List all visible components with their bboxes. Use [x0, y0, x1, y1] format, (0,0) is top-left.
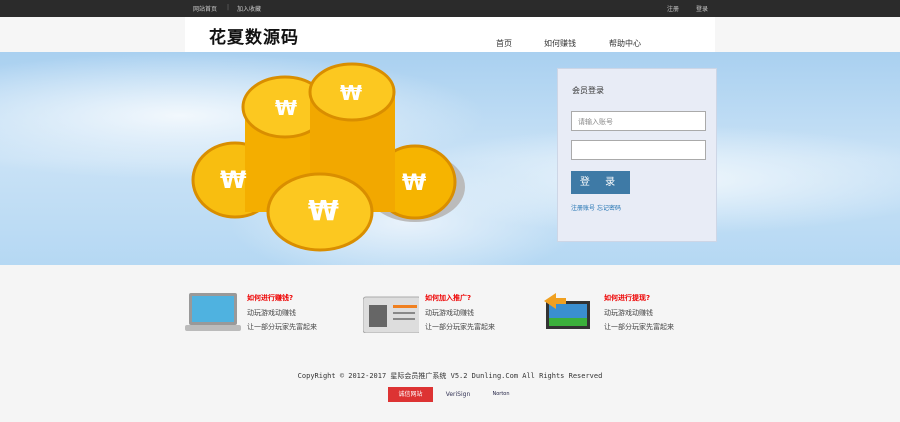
trust-badge[interactable]: 诚信网站: [388, 387, 433, 402]
feature-line: 动玩游戏动赚钱: [604, 309, 653, 317]
login-panel: 会员登录 请输入账号 登 录 注册账号 忘记密码: [557, 68, 717, 242]
feature-withdraw: 如何进行提现? 动玩游戏动赚钱 让一部分玩家先富起来: [542, 291, 712, 336]
banner: ₩ ₩ ₩ ₩ ₩ 会员登录 请输入账号 登 录 注册账号 忘记密码: [0, 52, 900, 265]
svg-text:₩: ₩: [220, 166, 247, 194]
forgot-password-link[interactable]: 忘记密码: [597, 205, 621, 212]
svg-text:₩: ₩: [340, 81, 362, 105]
separator: |: [227, 4, 230, 11]
nav-help[interactable]: 帮助中心: [609, 38, 641, 49]
nav-home[interactable]: 首页: [496, 38, 512, 49]
feature-line: 动玩游戏动赚钱: [247, 309, 296, 317]
feature-title[interactable]: 如何进行提现?: [604, 293, 650, 303]
feature-line: 让一部分玩家先富起来: [425, 323, 495, 331]
login-button[interactable]: 登 录: [571, 171, 630, 194]
monitor-icon: [544, 293, 590, 329]
svg-text:₩: ₩: [275, 96, 297, 120]
feature-line: 动玩游戏动赚钱: [425, 309, 474, 317]
register-link[interactable]: 注册: [667, 4, 679, 13]
login-link[interactable]: 登录: [696, 4, 708, 13]
laptop-icon: [185, 293, 241, 331]
coin-stack-illustration: ₩ ₩ ₩ ₩ ₩: [191, 62, 465, 252]
favorite-link[interactable]: 加入收藏: [237, 4, 261, 13]
login-title: 会员登录: [572, 86, 604, 95]
feature-title[interactable]: 如何加入推广?: [425, 293, 471, 303]
nav-earn[interactable]: 如何赚钱: [544, 38, 576, 49]
account-input[interactable]: 请输入账号: [571, 111, 706, 131]
feature-title[interactable]: 如何进行赚钱?: [247, 293, 293, 303]
copyright: CopyRight © 2012-2017 星际会员推广系统 V5.2 Dunl…: [297, 372, 603, 380]
id-card-icon: [363, 296, 419, 333]
feature-promote: 如何加入推广? 动玩游戏动赚钱 让一部分玩家先富起来: [363, 291, 533, 336]
feature-line: 让一部分玩家先富起来: [604, 323, 674, 331]
header: 花夏数源码 首页 如何赚钱 帮助中心: [0, 17, 900, 52]
register-account-link[interactable]: 注册账号: [571, 205, 595, 212]
svg-text:₩: ₩: [308, 194, 339, 227]
feature-earn: 如何进行赚钱? 动玩游戏动赚钱 让一部分玩家先富起来: [185, 291, 355, 336]
logo[interactable]: 花夏数源码: [209, 23, 299, 48]
feature-line: 让一部分玩家先富起来: [247, 323, 317, 331]
verisign-badge[interactable]: VeriSign: [443, 387, 473, 402]
password-input[interactable]: [571, 140, 706, 160]
svg-text:₩: ₩: [402, 171, 426, 196]
norton-badge[interactable]: Norton: [490, 387, 512, 402]
top-bar: 网站首页 | 加入收藏 注册 登录: [0, 0, 900, 17]
home-link[interactable]: 网站首页: [193, 4, 217, 13]
